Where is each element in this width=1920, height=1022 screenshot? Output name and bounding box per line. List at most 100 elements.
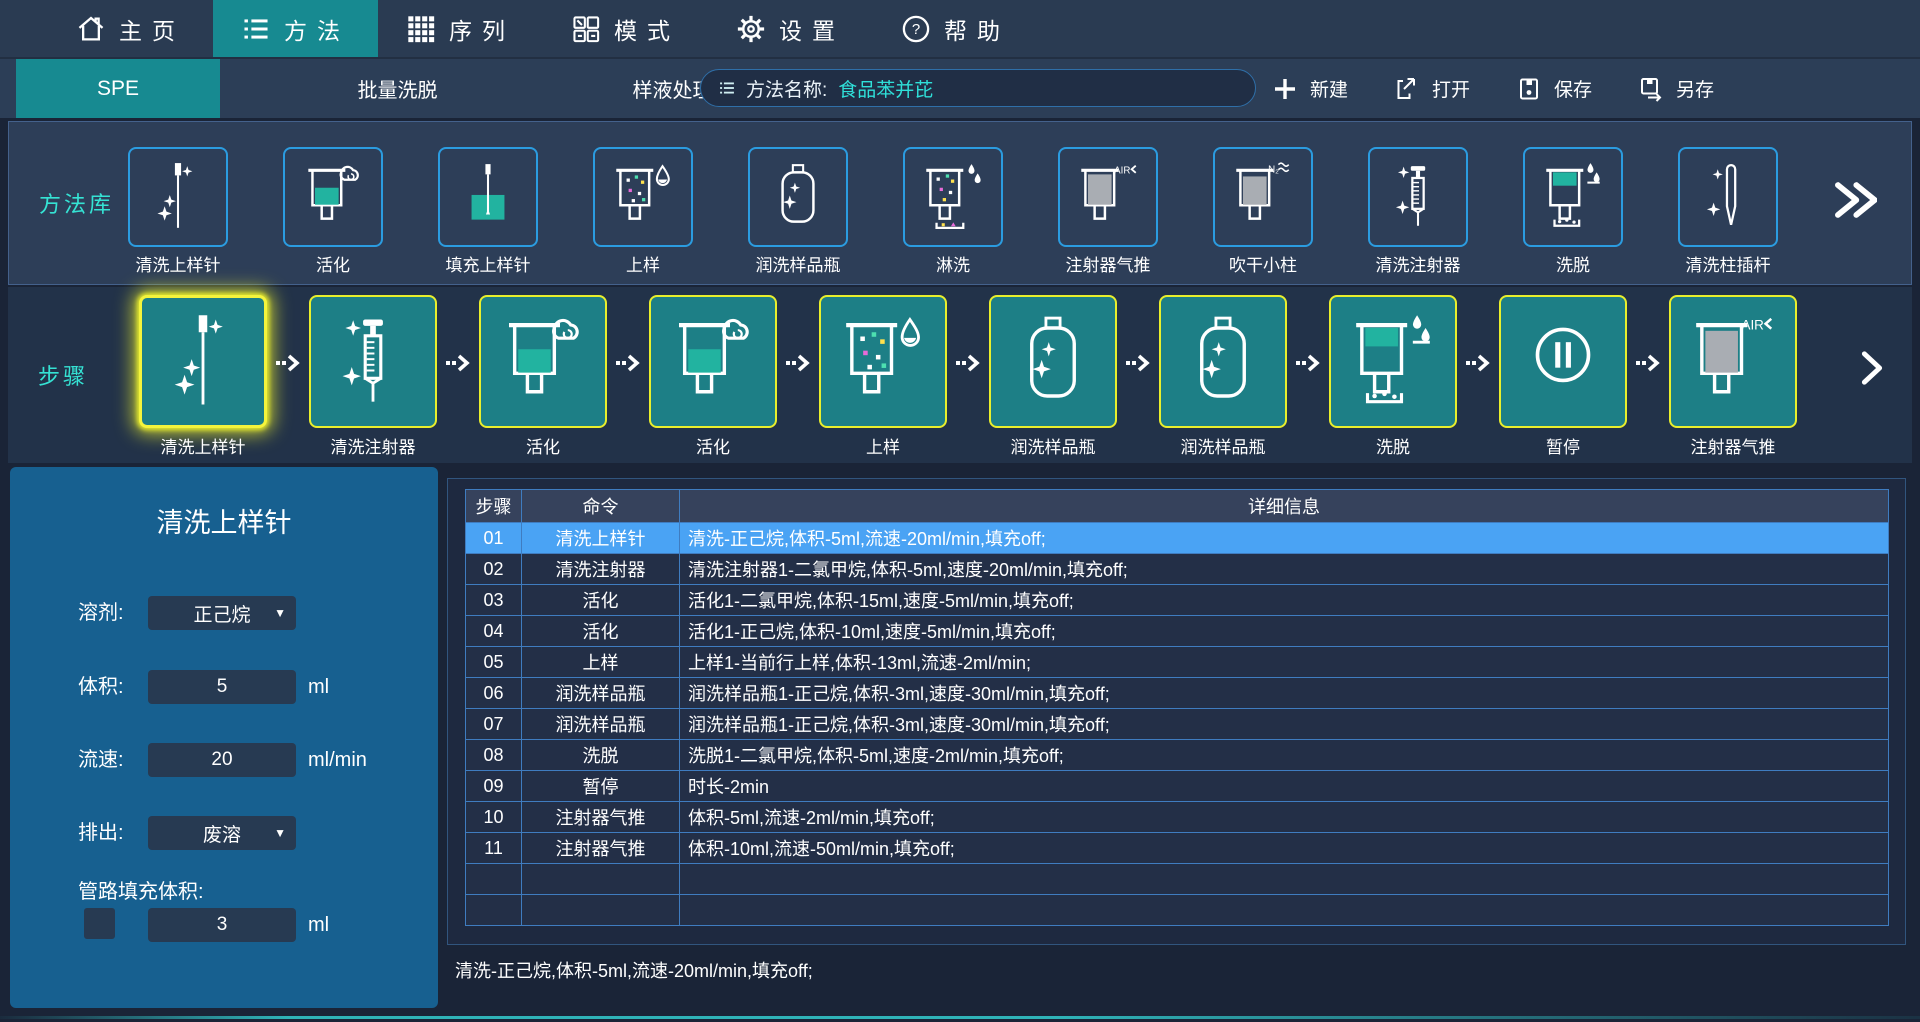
command-cell: 润洗样品瓶: [522, 709, 680, 740]
pipe-fill-row: ml: [10, 908, 438, 942]
table-row[interactable]: 01清洗上样针清洗-正己烷,体积-5ml,流速-20ml/min,填充off;: [466, 523, 1889, 554]
tab-batch-elution[interactable]: 批量洗脱: [260, 59, 535, 118]
empty-cell: [680, 895, 1889, 926]
step-arrow-icon: [615, 353, 641, 373]
library-card-rinse[interactable]: [903, 147, 1003, 247]
nav-item-help[interactable]: ? 帮助: [873, 0, 1038, 57]
command-cell: 上样: [522, 647, 680, 678]
step-card-activate[interactable]: [649, 295, 777, 428]
column-n2-icon: N₂: [1234, 160, 1292, 234]
library-item-dry-column: N₂ 吹干小柱: [1213, 147, 1313, 276]
step-card-elute[interactable]: [1329, 295, 1457, 428]
save-as-button[interactable]: 另存: [1638, 75, 1714, 102]
needle-icon: [149, 160, 207, 234]
step-card-rinse-sample-vial[interactable]: [1159, 295, 1287, 428]
step-item-rinse-sample-vial: 润洗样品瓶: [989, 295, 1117, 458]
step-item-label: 活化: [696, 433, 730, 458]
open-button[interactable]: 打开: [1394, 75, 1470, 102]
nav-item-mode[interactable]: 模式: [543, 0, 708, 57]
table-row[interactable]: 11注射器气推体积-10ml,流速-50ml/min,填充off;: [466, 833, 1889, 864]
library-item-label: 注射器气推: [1066, 251, 1151, 276]
steps-more-button[interactable]: [1860, 349, 1884, 387]
library-item-label: 吹干小柱: [1229, 251, 1297, 276]
library-card-wash-column-rod[interactable]: [1678, 147, 1778, 247]
library-card-wash-syringe[interactable]: [1368, 147, 1468, 247]
step-card-pause[interactable]: [1499, 295, 1627, 428]
library-item-label: 润洗样品瓶: [756, 251, 841, 276]
svg-text:?: ?: [912, 21, 920, 38]
step-card-rinse-sample-vial[interactable]: [989, 295, 1117, 428]
library-item-label: 洗脱: [1556, 251, 1590, 276]
method-name-label: 方法名称:: [746, 75, 827, 102]
command-cell: 润洗样品瓶: [522, 678, 680, 709]
command-cell: 活化: [522, 616, 680, 647]
column-rinse-icon: [924, 160, 982, 234]
library-card-load-sample[interactable]: [593, 147, 693, 247]
column-sample-icon: [614, 160, 672, 234]
detail-cell: 清洗注射器1-二氯甲烷,体积-5ml,速度-20ml/min,填充off;: [680, 554, 1889, 585]
button-label: 新建: [1310, 75, 1348, 102]
step-card-load-sample[interactable]: [819, 295, 947, 428]
nav-item-home[interactable]: 主页: [48, 0, 213, 57]
step-card-syringe-air-push[interactable]: AIR: [1669, 295, 1797, 428]
volume-input[interactable]: [148, 670, 296, 704]
step-arrow-icon: [1465, 353, 1491, 373]
step-card-activate[interactable]: [479, 295, 607, 428]
table-row[interactable]: 09暂停时长-2min: [466, 771, 1889, 802]
empty-cell: [466, 864, 522, 895]
nav-item-label: 序列: [449, 12, 515, 46]
step-arrow-icon: [955, 353, 981, 373]
syringe-icon: [1389, 160, 1447, 234]
library-item-activate: 活化: [283, 147, 383, 276]
table-row[interactable]: 08洗脱洗脱1-二氯甲烷,体积-5ml,速度-2ml/min,填充off;: [466, 740, 1889, 771]
library-card-syringe-air-push[interactable]: AIR: [1058, 147, 1158, 247]
step-number-cell: 07: [466, 709, 522, 740]
step-detail-panel: 清洗上样针 溶剂: 正己烷 ▼ 体积: ml 流速: ml/min 排出: 废溶…: [10, 467, 438, 1008]
table-row[interactable]: 04活化活化1-正己烷,体积-10ml,速度-5ml/min,填充off;: [466, 616, 1889, 647]
pipe-fill-input[interactable]: [148, 908, 296, 942]
command-cell: 注射器气推: [522, 802, 680, 833]
library-card-dry-column[interactable]: N₂: [1213, 147, 1313, 247]
new-button[interactable]: 新建: [1272, 75, 1348, 102]
command-cell: 暂停: [522, 771, 680, 802]
table-row[interactable]: 02清洗注射器清洗注射器1-二氯甲烷,体积-5ml,速度-20ml/min,填充…: [466, 554, 1889, 585]
tab-spe[interactable]: SPE: [16, 59, 220, 118]
table-row[interactable]: 06润洗样品瓶润洗样品瓶1-正己烷,体积-3ml,速度-30ml/min,填充o…: [466, 678, 1889, 709]
file-buttons: 新建 打开 保存 另存: [1272, 59, 1714, 118]
library-item-wash-needle: 清洗上样针: [128, 147, 228, 276]
nav-item-sequence[interactable]: 序列: [378, 0, 543, 57]
empty-cell: [680, 864, 1889, 895]
library-card-rinse-sample-vial[interactable]: [748, 147, 848, 247]
library-item-label: 清洗注射器: [1376, 251, 1461, 276]
solvent-select[interactable]: 正己烷 ▼: [148, 596, 296, 630]
library-card-activate[interactable]: [283, 147, 383, 247]
library-card-wash-needle[interactable]: [128, 147, 228, 247]
library-more-button[interactable]: [1831, 180, 1877, 220]
step-item-wash-needle: 清洗上样针: [139, 295, 267, 458]
nav-item-method[interactable]: 方法: [213, 0, 378, 57]
svg-text:AIR: AIR: [1114, 165, 1130, 176]
library-card-fill-needle[interactable]: [438, 147, 538, 247]
bottle-icon: [1183, 311, 1263, 413]
table-row[interactable]: 05上样上样1-当前行上样,体积-13ml,流速-2ml/min;: [466, 647, 1889, 678]
method-name-field[interactable]: 方法名称:: [700, 69, 1256, 107]
table-row[interactable]: 03活化活化1-二氯甲烷,体积-15ml,速度-5ml/min,填充off;: [466, 585, 1889, 616]
table-row[interactable]: 07润洗样品瓶润洗样品瓶1-正己烷,体积-3ml,速度-30ml/min,填充o…: [466, 709, 1889, 740]
column-air-icon: AIR: [1079, 160, 1137, 234]
needle-icon: [163, 311, 243, 413]
nav-item-settings[interactable]: 设置: [708, 0, 873, 57]
save-button[interactable]: 保存: [1516, 75, 1592, 102]
home-icon: [76, 14, 106, 44]
column-cloud-icon: [503, 311, 583, 413]
step-card-wash-needle[interactable]: [139, 295, 267, 428]
table-row[interactable]: 10注射器气推体积-5ml,流速-2ml/min,填充off;: [466, 802, 1889, 833]
table-row-empty: [466, 864, 1889, 895]
step-card-wash-syringe[interactable]: [309, 295, 437, 428]
detail-cell: 清洗-正己烷,体积-5ml,流速-20ml/min,填充off;: [680, 523, 1889, 554]
library-item-label: 填充上样针: [446, 251, 531, 276]
nav-item-label: 帮助: [944, 12, 1010, 46]
method-name-input[interactable]: [836, 76, 1239, 100]
library-card-elute[interactable]: [1523, 147, 1623, 247]
discharge-select[interactable]: 废溶 ▼: [148, 816, 296, 850]
flow-input[interactable]: [148, 743, 296, 777]
